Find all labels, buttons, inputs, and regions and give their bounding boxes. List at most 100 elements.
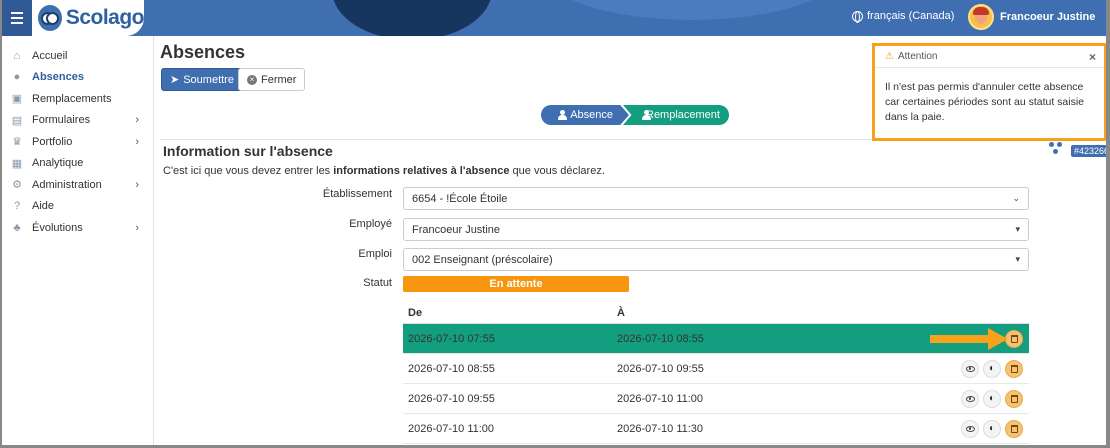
sidebar-absence-icon: ●: [13, 71, 21, 84]
step-replacement[interactable]: Remplacement: [623, 105, 729, 125]
sidebar-item-3[interactable]: ▣ Remplacements: [2, 88, 153, 110]
hamburger-icon: [11, 17, 23, 19]
eye-icon: [965, 395, 975, 402]
app-window: Scolago français (Canada) Francoeur Just…: [2, 0, 1106, 445]
step-absence-label: Absence: [570, 109, 613, 121]
row-actions: ◐: [961, 359, 1023, 378]
attention-popup: ⚠ Attention × Il n'est pas permis d'annu…: [872, 43, 1106, 141]
sidebar-analytics-icon: ▦: [11, 157, 23, 170]
sidebar-replacement-icon: ▣: [11, 93, 23, 106]
sidebar: ⌂ Accueil ● Absences ▣ Remplacements ▤ Formulai…: [2, 36, 154, 445]
sidebar-item-label: Remplacements: [32, 92, 112, 105]
section-description: C'est ici que vous devez entrer les info…: [163, 165, 605, 177]
delete-button[interactable]: [1005, 419, 1023, 438]
chevron-right-icon: ›: [135, 178, 139, 191]
reference-badge: #4232664: [1071, 145, 1106, 157]
eye-icon: [965, 365, 975, 372]
sidebar-item-label: Accueil: [32, 49, 68, 62]
establishment-label: Établissement: [322, 188, 392, 200]
hierarchy-icon[interactable]: [1049, 142, 1065, 156]
sidebar-help-icon: ?: [13, 200, 21, 213]
menu-toggle-button[interactable]: [2, 0, 32, 36]
trash-icon: [1010, 424, 1018, 433]
chevron-right-icon: ›: [135, 135, 139, 148]
table-row[interactable]: 2026-07-10 08:55 2026-07-10 09:55 ◐: [403, 354, 1029, 384]
status-badge: En attente: [403, 276, 629, 292]
submit-button[interactable]: ➤ Soumettre: [161, 68, 243, 91]
description-text: C'est ici que vous devez entrer les: [163, 165, 334, 177]
cell-to: 2026-07-10 08:55: [617, 332, 704, 345]
cell-to: 2026-07-10 11:30: [617, 422, 704, 435]
attention-title: Attention: [897, 51, 938, 62]
row-actions: ◐: [961, 419, 1023, 438]
caret-down-icon: ▾: [1015, 254, 1020, 264]
user-icon: [557, 110, 568, 120]
chevron-right-icon: ›: [135, 114, 139, 127]
job-value: 002 Enseignant (préscolaire): [412, 253, 553, 266]
view-button[interactable]: [961, 359, 979, 378]
chevron-down-icon: ⌄: [1012, 193, 1020, 203]
globe-icon: [852, 10, 863, 23]
view-button[interactable]: [961, 389, 979, 408]
cell-from: 2026-07-10 08:55: [408, 362, 495, 375]
delete-button[interactable]: [1005, 389, 1023, 408]
description-bold-text: informations relatives à l'absence: [333, 165, 510, 177]
column-header-from: De: [408, 306, 423, 319]
sidebar-item-6[interactable]: ▦ Analytique: [2, 153, 153, 175]
sidebar-item-4[interactable]: ▤ Formulaires ›: [2, 110, 153, 132]
step-absence[interactable]: Absence: [541, 105, 629, 125]
close-button[interactable]: × Fermer: [238, 68, 306, 91]
eye-icon: [965, 425, 975, 432]
language-selector[interactable]: français (Canada): [852, 10, 955, 23]
column-header-to: À: [617, 306, 625, 319]
chevron-right-icon: ›: [135, 221, 139, 234]
close-label: Fermer: [261, 73, 297, 86]
sidebar-item-label: Administration: [32, 178, 102, 191]
delete-button[interactable]: [1005, 359, 1023, 378]
sidebar-item-9[interactable]: ♣ Évolutions ›: [2, 217, 153, 239]
user-name: Francoeur Justine: [1000, 11, 1096, 23]
hamburger-icon: [11, 22, 23, 24]
sidebar-item-label: Aide: [32, 200, 55, 213]
status-label: Statut: [363, 277, 392, 289]
sidebar-item-8[interactable]: ? Aide: [2, 196, 153, 218]
employee-select[interactable]: Francoeur Justine ▾: [403, 218, 1029, 241]
swap-user-icon: ◐: [988, 393, 996, 404]
sidebar-gear-icon: ⚙: [12, 179, 22, 192]
employee-label: Employé: [349, 218, 392, 230]
sidebar-item-2[interactable]: ● Absences: [2, 67, 153, 89]
table-row[interactable]: 2026-07-10 09:55 2026-07-10 11:00 ◐: [403, 384, 1029, 414]
sidebar-item-label: Analytique: [32, 157, 84, 170]
sidebar-item-5[interactable]: ♛ Portfolio ›: [2, 131, 153, 153]
section-title: Information sur l'absence: [163, 143, 333, 159]
close-icon[interactable]: ×: [1089, 50, 1096, 64]
replace-button[interactable]: ◐: [983, 419, 1001, 438]
sidebar-item-label: Portfolio: [32, 135, 73, 148]
owl-logo-icon: [38, 5, 62, 31]
sidebar-item-1[interactable]: ⌂ Accueil: [2, 45, 153, 67]
sidebar-home-icon: ⌂: [13, 49, 21, 62]
header-decoration: [542, 0, 842, 20]
job-select[interactable]: 002 Enseignant (préscolaire) ▾: [403, 248, 1029, 271]
logo-text: Scolago: [65, 6, 145, 29]
table-row[interactable]: 2026-07-10 11:00 2026-07-10 11:30 ◐: [403, 414, 1029, 444]
language-label: français (Canada): [867, 10, 955, 22]
establishment-select[interactable]: 6654 - !École Étoile ⌄: [403, 187, 1029, 210]
sidebar-item-label: Évolutions: [32, 221, 83, 234]
sidebar-item-label: Absences: [32, 71, 84, 84]
replace-button[interactable]: ◐: [983, 359, 1001, 378]
job-label: Emploi: [358, 248, 392, 260]
sidebar-trophy-icon: ♛: [12, 136, 22, 149]
view-button[interactable]: [961, 419, 979, 438]
description-text: que vous déclarez.: [509, 165, 605, 177]
user-menu[interactable]: Francoeur Justine: [968, 4, 1095, 30]
trash-icon: [1010, 394, 1018, 403]
sidebar-item-7[interactable]: ⚙ Administration ›: [2, 174, 153, 196]
replace-button[interactable]: ◐: [983, 389, 1001, 408]
logo[interactable]: Scolago: [32, 0, 145, 36]
annotation-arrow: [930, 328, 1008, 350]
avatar: [968, 4, 994, 30]
close-circle-icon: ×: [247, 74, 257, 85]
swap-user-icon: ◐: [988, 363, 996, 374]
sidebar-sprout-icon: ♣: [13, 221, 21, 234]
